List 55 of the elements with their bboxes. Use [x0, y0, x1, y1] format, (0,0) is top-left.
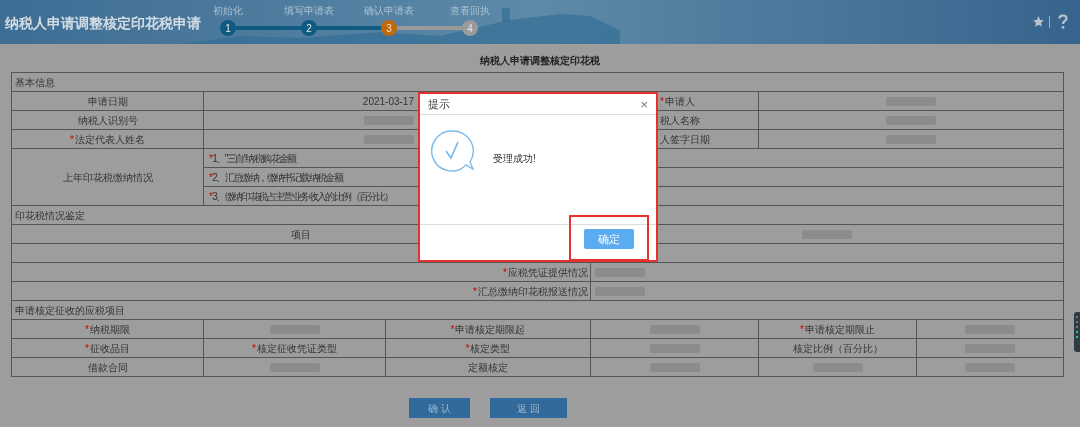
- section-title: 印花税情况鉴定: [15, 208, 85, 223]
- field-label: 人签字日期: [660, 132, 710, 147]
- required-mark: *: [209, 189, 212, 204]
- field-value: 2021-03-17: [362, 94, 414, 109]
- step-label: 查看回执: [449, 4, 491, 18]
- section-title: 基本信息: [15, 75, 55, 90]
- required-mark: *: [503, 265, 508, 280]
- required-mark: *: [660, 94, 665, 109]
- section-title: 申请核定征收的应税项目: [15, 303, 125, 318]
- required-mark: *: [209, 170, 212, 185]
- field-label: 3、缴纳印花税占主营业务收入的比例（百分比）: [212, 189, 393, 204]
- required-mark: *: [209, 151, 212, 166]
- step-label: 确认申请表: [363, 4, 415, 18]
- field-label: 申请核定期限起: [455, 322, 526, 337]
- field-label: 申请人: [664, 94, 695, 109]
- required-mark: *: [800, 322, 805, 337]
- field-label: 法定代表人姓名: [74, 132, 145, 147]
- star-icon[interactable]: [1032, 15, 1045, 28]
- close-button[interactable]: ×: [640, 97, 648, 111]
- required-mark: *: [70, 132, 75, 147]
- success-bubble-icon: [430, 129, 475, 173]
- form-button[interactable]: 返 回: [490, 398, 567, 418]
- required-mark: *: [450, 322, 455, 337]
- field-label: 核定征收凭证类型: [256, 341, 337, 356]
- field-label: 核定类型: [470, 341, 511, 356]
- step-label: 初始化: [212, 4, 244, 18]
- field-label: 借款合同: [87, 360, 128, 375]
- dialog-message: 受理成功!: [493, 152, 536, 166]
- field-label: 上年印花税缴纳情况: [62, 170, 153, 185]
- step-label: 填写申请表: [283, 4, 335, 18]
- field-label: 征收品目: [89, 341, 130, 356]
- side-tab-drawing[interactable]: [1074, 312, 1080, 352]
- field-label: 纳税人识别号: [77, 113, 138, 128]
- field-label: 申请日期: [87, 94, 128, 109]
- required-mark: *: [85, 341, 90, 356]
- field-label: 申请核定期限止: [804, 322, 875, 337]
- field-label: 1、"三自"纳税购花金额: [212, 151, 296, 166]
- help-icon[interactable]: [1058, 14, 1068, 29]
- field-label: 纳税期限: [89, 322, 130, 337]
- form-title: 纳税人申请调整核定印花税: [479, 54, 601, 68]
- field-label: 汇总缴纳印花税报送情况: [478, 284, 588, 299]
- field-label: 核定比例（百分比）: [792, 341, 883, 356]
- required-mark: *: [85, 322, 90, 337]
- required-mark: *: [465, 341, 470, 356]
- field-label: 2、汇总缴纳，缴纳书记载纳税金额: [212, 170, 343, 185]
- field-label: 税人名称: [660, 113, 700, 128]
- required-mark: *: [473, 284, 478, 299]
- field-label: 定额核定: [468, 360, 508, 375]
- confirm-button[interactable]: 确定: [584, 228, 634, 249]
- dialog-title: 提示: [428, 96, 450, 112]
- page-title: 纳税人申请调整核定印花税申请: [5, 14, 201, 33]
- form-button[interactable]: 确 认: [409, 398, 470, 418]
- required-mark: *: [252, 341, 257, 356]
- field-label: 应税凭证提供情况: [508, 265, 588, 280]
- column-header: 项目: [291, 227, 311, 242]
